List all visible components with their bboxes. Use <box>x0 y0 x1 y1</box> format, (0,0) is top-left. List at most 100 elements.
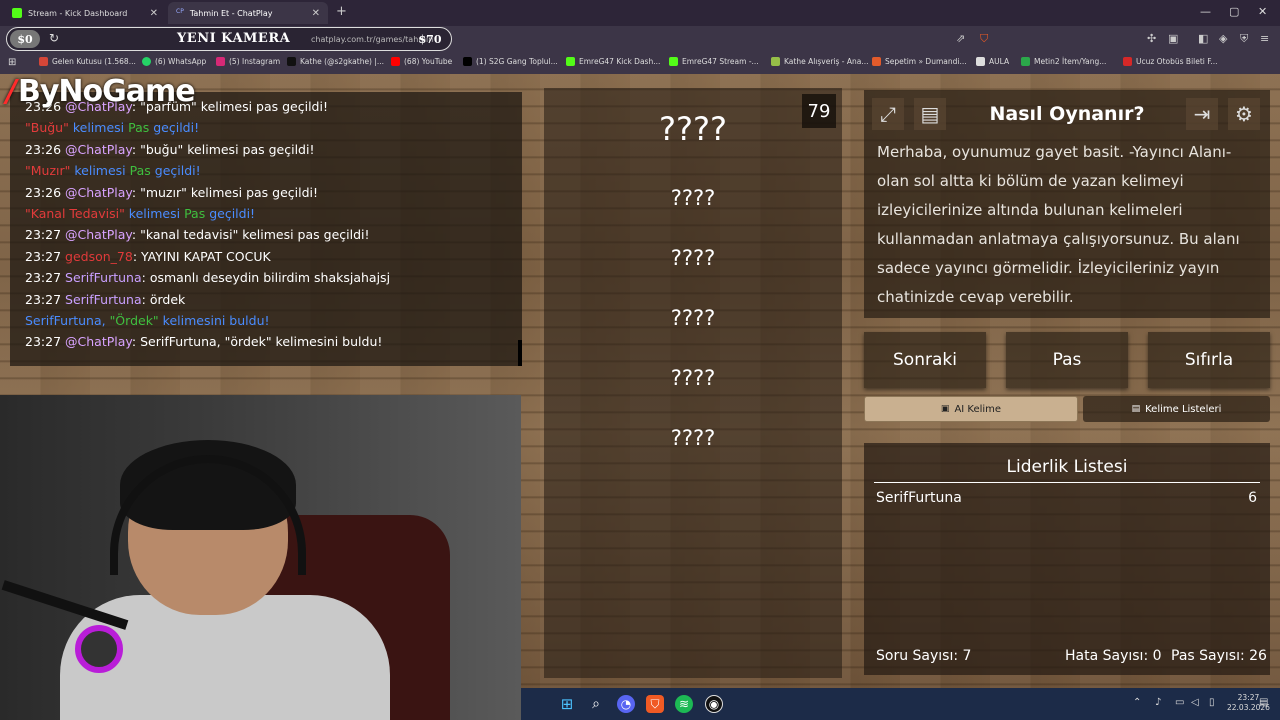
notification-icon[interactable]: ▤ <box>1259 697 1268 708</box>
battery-icon[interactable]: ▯ <box>1209 697 1215 708</box>
bookmark-obilet[interactable]: Ucuz Otobüs Bileti F... <box>1123 57 1218 66</box>
tab-kick-dashboard[interactable]: Stream - Kick Dashboard ✕ <box>4 2 166 24</box>
next-button[interactable]: Sonraki <box>864 332 986 388</box>
bookmark-kick-stream[interactable]: EmreG47 Stream -... <box>669 57 759 66</box>
minimize-icon[interactable]: — <box>1200 5 1211 18</box>
bookmark-whatsapp[interactable]: (6) WhatsApp <box>142 57 206 66</box>
robot-icon: ▣ <box>940 404 950 414</box>
question-count: Soru Sayısı: 7 <box>876 648 972 664</box>
sidebar-icon[interactable]: ◧ <box>1198 32 1208 45</box>
exit-icon[interactable]: ⇥ <box>1186 98 1218 130</box>
bookmark-dumandi[interactable]: Sepetim » Dumandi... <box>872 57 967 66</box>
chevron-up-icon[interactable]: ⌃ <box>1133 697 1141 708</box>
bookmark-x[interactable]: (1) S2G Gang Toplul... <box>463 57 558 66</box>
overlay-title: YENI KAMERA <box>177 31 291 46</box>
whatsapp-icon <box>142 57 151 66</box>
network-icon[interactable]: ▭ <box>1175 697 1184 708</box>
bookmark-metin2[interactable]: Metin2 İtem/Yang... <box>1021 57 1106 66</box>
gmail-icon <box>39 57 48 66</box>
brave-shield-icon[interactable]: ⛉ <box>980 32 988 46</box>
tab-icon[interactable]: ▣ <box>1168 32 1178 45</box>
forbidden-word: ???? <box>670 186 716 210</box>
reload-icon[interactable]: ↻ <box>49 31 59 45</box>
youtube-icon <box>391 57 400 66</box>
bookmark-gmail[interactable]: Gelen Kutusu (1.568... <box>39 57 136 66</box>
bynogame-logo: / ByNoGame <box>6 74 196 109</box>
word-panel: 79 ???? ???? ???? ???? ???? ???? <box>544 88 842 678</box>
chat-system-message: "Buğu" kelimesi Pas geçildi! <box>25 117 522 138</box>
spotify-icon[interactable]: ≋ <box>675 695 693 713</box>
tab-word-lists[interactable]: ▤ Kelime Listeleri <box>1083 396 1270 422</box>
discord-icon[interactable]: ◔ <box>617 695 635 713</box>
new-tab-button[interactable]: + <box>336 4 347 19</box>
extensions-icon[interactable]: ✣ <box>1147 32 1156 45</box>
bookmark-youtube[interactable]: (68) YouTube <box>391 57 452 66</box>
webcam-feed <box>0 395 521 720</box>
chat-time: 23:27 <box>25 334 62 350</box>
brave-icon[interactable]: ⛉ <box>646 695 664 713</box>
tiktok-icon <box>287 57 296 66</box>
gear-icon[interactable]: ⚙ <box>1228 98 1260 130</box>
bookmark-instagram[interactable]: (5) Instagram <box>216 57 280 66</box>
bookmark-tiktok[interactable]: Kathe (@s2gkathe) |... <box>287 57 384 66</box>
bookmark-kick-dash[interactable]: EmreG47 Kick Dash... <box>566 57 660 66</box>
chat-system-message: "Muzır" kelimesi Pas geçildi! <box>25 160 522 181</box>
close-icon[interactable]: ✕ <box>312 8 320 19</box>
kick-icon <box>669 57 678 66</box>
pass-button[interactable]: Pas <box>1006 332 1128 388</box>
close-window-icon[interactable]: ✕ <box>1258 5 1267 18</box>
forbidden-word: ???? <box>670 426 716 450</box>
vpn-icon[interactable]: ⛨ <box>1240 32 1248 46</box>
microphone-icon[interactable]: ♪ <box>1155 697 1161 708</box>
chat-scrollbar[interactable] <box>518 340 522 366</box>
chat-text: : SerifFurtuna, "ördek" kelimesini buldu… <box>131 334 383 350</box>
chat-text: : osmanlı deseydin bilirdim shaksjahajsj <box>141 270 391 286</box>
bookmark-label: Kathe (@s2gkathe) |... <box>300 57 385 66</box>
windows-start-icon[interactable]: ⊞ <box>558 695 576 713</box>
wallet-icon[interactable]: ◈ <box>1219 32 1227 45</box>
chat-sys-text: geçildi! <box>205 205 256 221</box>
overlay-right-amount: $70 <box>418 32 442 46</box>
tab-ai-word[interactable]: ▣ AI Kelime <box>864 396 1078 422</box>
chat-time: 23:26 <box>25 141 62 157</box>
bookmarks-bar: ⊞ Gelen Kutusu (1.568... (6) WhatsApp (5… <box>0 52 1280 74</box>
chat-time: 23:26 <box>25 184 62 200</box>
volume-icon[interactable]: ◁ <box>1191 697 1199 708</box>
chat-sys-text: kelimesi <box>70 163 130 179</box>
apps-icon[interactable]: ⊞ <box>8 57 16 68</box>
share-icon[interactable]: ⇗ <box>956 32 965 45</box>
maximize-icon[interactable]: ▢ <box>1229 5 1239 18</box>
instagram-icon <box>216 57 225 66</box>
main-word: ???? <box>659 110 727 148</box>
chat-sys-text: kelimesi <box>124 205 185 221</box>
menu-icon[interactable]: ≡ <box>1260 32 1269 45</box>
chat-user: @ChatPlay <box>65 141 132 157</box>
obs-icon[interactable]: ◉ <box>705 695 723 713</box>
bookmark-aula[interactable]: AULA <box>976 57 1009 66</box>
x-icon <box>463 57 472 66</box>
bookmark-shopify[interactable]: Kathe Alışveriş - Ana... <box>771 57 869 66</box>
microphone-icon <box>75 625 123 673</box>
leaderboard-score: 6 <box>1248 490 1257 506</box>
chat-sys-word: "Ördek" <box>109 312 159 328</box>
chat-sys-word: "Muzır" <box>25 163 71 179</box>
forbidden-word: ???? <box>670 246 716 270</box>
metin2-icon <box>1021 57 1030 66</box>
forbidden-word: ???? <box>670 366 716 390</box>
leaderboard-panel: Liderlik Listesi SerifFurtuna 6 Soru Say… <box>864 443 1270 675</box>
chat-text: : "buğu" kelimesi pas geçildi! <box>131 141 315 157</box>
chat-message: 23:27 SerifFurtuna: osmanlı deseydin bil… <box>25 267 522 288</box>
kick-icon <box>566 57 575 66</box>
reset-button[interactable]: Sıfırla <box>1148 332 1270 388</box>
how-to-play-panel: ⤢ ▤ Nasıl Oynanır? ⇥ ⚙ Merhaba, oyunumuz… <box>864 90 1270 318</box>
search-icon[interactable]: ⌕ <box>587 695 605 713</box>
leaderboard-name: SerifFurtuna <box>876 490 962 506</box>
leaderboard-title: Liderlik Listesi <box>1006 457 1128 477</box>
tab-chatplay[interactable]: CP Tahmin Et - ChatPlay ✕ <box>168 2 328 24</box>
chat-sys-text: kelimesi <box>68 120 129 136</box>
chat-text: : "kanal tedavisi" kelimesi pas geçildi! <box>131 227 370 243</box>
chat-system-message: "Kanal Tedavisi" kelimesi Pas geçildi! <box>25 203 522 224</box>
close-icon[interactable]: ✕ <box>150 8 158 19</box>
overlay-left-amount: $0 <box>10 30 40 48</box>
url-input[interactable]: $0 ↻ YENI KAMERA chatplay.com.tr/games/t… <box>6 27 452 51</box>
